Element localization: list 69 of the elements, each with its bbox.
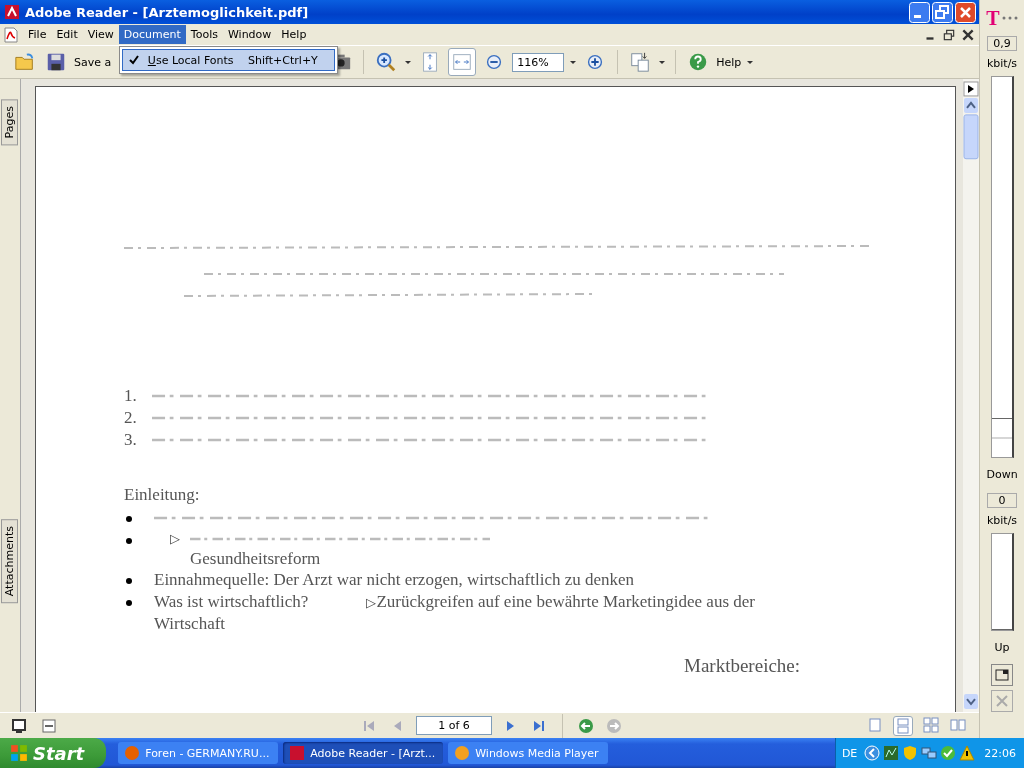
window-icon[interactable] xyxy=(40,716,58,735)
continuous-page-icon[interactable] xyxy=(893,715,914,736)
side-tab[interactable]: Pages xyxy=(1,99,18,146)
windows-logo-icon xyxy=(10,744,28,762)
section-heading: Marktbereiche: xyxy=(684,655,802,677)
save-button[interactable]: Save a xyxy=(74,55,112,69)
list-number: 3. xyxy=(124,430,138,450)
page-number-field[interactable]: 1 of 6 xyxy=(416,716,492,735)
app-icon xyxy=(454,745,471,761)
warning-icon[interactable] xyxy=(959,745,976,761)
section-heading: Einleitung: xyxy=(124,485,201,506)
app-icon xyxy=(124,745,141,761)
download-rate: 0,9 xyxy=(987,36,1017,51)
bullet-icon xyxy=(126,538,132,544)
caret-icon[interactable] xyxy=(404,58,413,66)
bullet-icon xyxy=(126,600,132,606)
fit-width-icon[interactable] xyxy=(448,48,477,76)
zoom-field[interactable]: 116% xyxy=(512,52,565,72)
menu-item[interactable]: Edit xyxy=(51,25,83,44)
unit-label: kbit/s xyxy=(986,514,1018,527)
body-text: Gesundheitsreform xyxy=(190,549,322,569)
computers-icon[interactable] xyxy=(921,745,938,761)
menu-option[interactable]: Use Local Fonts Shift+Ctrl+Y xyxy=(121,49,335,71)
network-tray-icon[interactable] xyxy=(883,745,900,761)
minimize-button[interactable] xyxy=(909,1,931,23)
facing-pages-icon[interactable] xyxy=(922,715,941,734)
list-number: 2. xyxy=(124,408,138,428)
menu-item[interactable]: View xyxy=(82,25,119,44)
menu-item[interactable]: File xyxy=(23,25,52,44)
pdf-document-icon[interactable] xyxy=(3,26,19,43)
restore-button[interactable] xyxy=(942,27,957,42)
bullet-icon xyxy=(126,578,132,584)
unit-label: kbit/s xyxy=(986,57,1018,70)
caret-icon[interactable] xyxy=(746,58,755,66)
menu-item[interactable]: Document xyxy=(118,25,186,44)
arrow-icon: ▷ xyxy=(170,531,180,547)
body-text: Wirtschaft xyxy=(154,613,227,635)
upload-rate: 0 xyxy=(987,493,1017,508)
help-button[interactable]: Help xyxy=(716,55,742,69)
clock: 22:06 xyxy=(984,746,1016,760)
taskbar-button[interactable]: Foren - GERMANY.RU... xyxy=(118,742,279,764)
menu-item[interactable]: Tools xyxy=(185,25,223,44)
menu-item[interactable]: Help xyxy=(276,25,312,44)
app-logo-icon xyxy=(4,4,20,20)
list-number: 1. xyxy=(124,386,138,406)
body-text: Was ist wirtschaftlich? xyxy=(154,591,309,613)
body-text: Einnahmequelle: Der Arzt war nicht erzogen, wirtschaftlich zu denken xyxy=(154,569,635,591)
taskbar-button[interactable]: Windows Media Player xyxy=(448,742,609,764)
side-tab[interactable]: Attachments xyxy=(1,519,18,604)
taskbar-button[interactable]: Adobe Reader - [Arzt... xyxy=(283,742,444,764)
caret-icon[interactable] xyxy=(658,58,667,66)
monitor-icon[interactable] xyxy=(10,716,28,735)
meter-label: Down xyxy=(986,468,1018,481)
chevron-icon[interactable] xyxy=(864,745,881,761)
meter-label: Up xyxy=(994,641,1010,654)
window-button[interactable] xyxy=(991,664,1013,686)
restore-button[interactable] xyxy=(932,1,954,23)
menu-item[interactable]: Window xyxy=(222,25,277,44)
dots-icon xyxy=(1001,16,1018,20)
body-text: Zurückgreifen auf eine bewährte Marketingidee aus der xyxy=(376,591,755,613)
arrow-icon: ▷ xyxy=(366,595,377,611)
window-title: Adobe Reader - [Arztemoglichkeit.pdf] xyxy=(25,4,310,20)
brand-logo: T xyxy=(986,6,1000,30)
check-shield-icon[interactable] xyxy=(940,745,957,761)
close-button[interactable] xyxy=(961,27,976,42)
caret-icon[interactable] xyxy=(569,58,578,66)
back-icon[interactable] xyxy=(577,716,595,735)
app-icon xyxy=(289,745,306,761)
bullet-icon xyxy=(126,516,132,522)
